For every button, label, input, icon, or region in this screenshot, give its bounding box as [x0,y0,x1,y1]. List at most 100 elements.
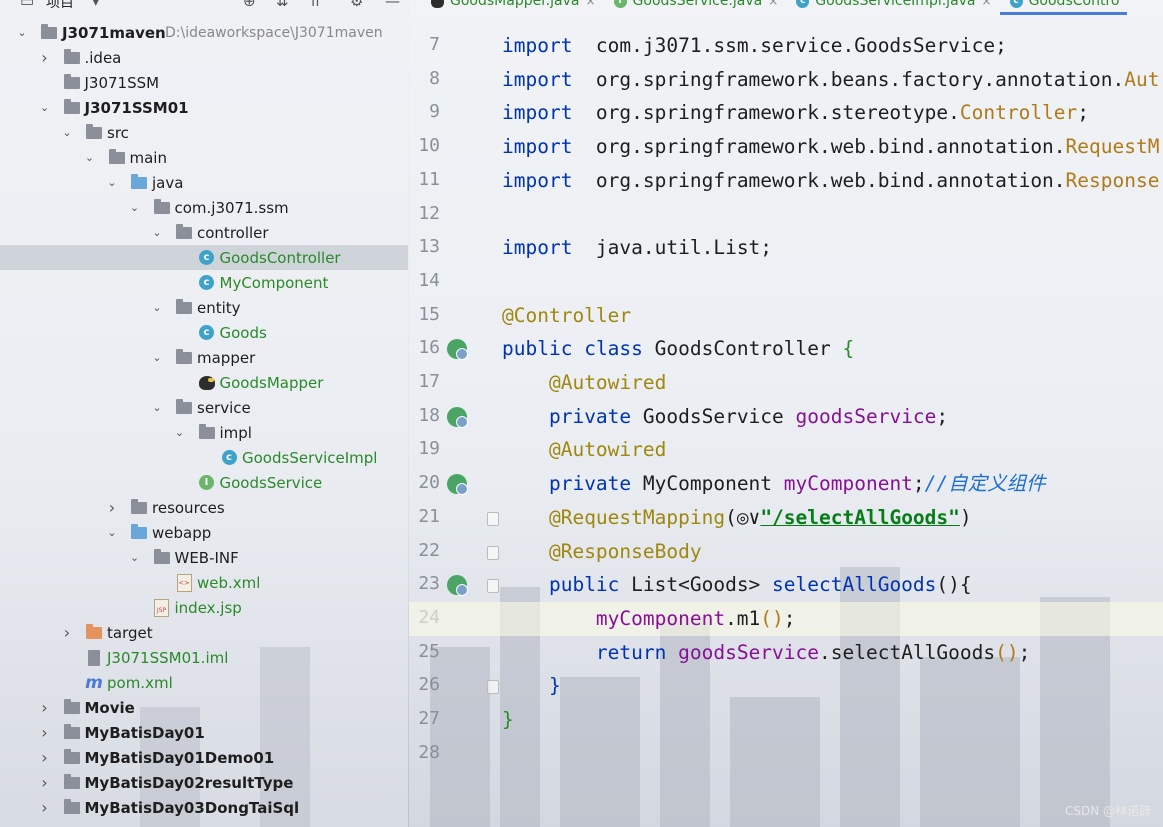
tree-item[interactable]: <> web.xml [0,570,408,595]
spring-bean-gutter-icon[interactable] [447,406,468,428]
tree-item[interactable]: ⌄ controller [0,220,408,245]
tree-item[interactable]: c Goods [0,320,408,345]
chevron-right-icon[interactable]: › [60,623,74,642]
chevron-down-icon[interactable]: ⌄ [128,201,142,214]
tree-item[interactable]: GoodsMapper [0,370,408,395]
tree-item[interactable]: c GoodsController [0,245,408,270]
code-line[interactable]: import org.springframework.web.bind.anno… [502,164,1163,198]
chevron-right-icon[interactable]: › [38,698,52,717]
chevron-down-icon[interactable]: ⌄ [150,301,164,314]
tree-item[interactable]: › resources [0,495,408,520]
tree-item[interactable]: ⌄ service [0,395,408,420]
gear-icon[interactable]: ⚙ [350,0,363,10]
code-line[interactable]: import org.springframework.beans.factory… [502,63,1163,97]
chevron-down-icon[interactable]: ⌄ [150,226,164,239]
chevron-down-icon[interactable]: ⌄ [128,551,142,564]
tree-item[interactable]: ⌄ impl [0,420,408,445]
tree-item[interactable]: ⌄ webapp [0,520,408,545]
code-line[interactable]: public List<Goods> selectAllGoods(){ [502,568,1163,602]
spring-bean-gutter-icon[interactable] [447,575,468,597]
editor-tab[interactable]: I GoodsService.java × [604,0,787,12]
spring-bean-gutter-icon[interactable] [447,474,468,496]
code-line[interactable]: @ResponseBody [502,535,1163,569]
code-line[interactable]: import org.springframework.stereotype.Co… [502,96,1163,130]
tree-item[interactable]: ⌄ main [0,145,408,170]
tree-item[interactable]: › MyBatisDay03DongTaiSql [0,795,408,820]
code-line[interactable]: import com.j3071.ssm.service.GoodsServic… [502,29,1163,63]
spring-bean-gutter-icon[interactable] [447,339,468,361]
chevron-down-icon[interactable]: ▾ [92,0,100,10]
tree-item[interactable]: JSP index.jsp [0,595,408,620]
chevron-down-icon[interactable]: ⌄ [173,426,187,439]
fold-marker-icon[interactable] [487,511,499,526]
editor-tab[interactable]: c GoodsServiceImpl.java × [786,0,999,12]
code-line[interactable]: return goodsService.selectAllGoods(); [502,636,1163,670]
close-icon[interactable]: × [982,0,992,8]
chevron-right-icon[interactable]: › [105,498,119,517]
code-line[interactable]: import java.util.List; [502,231,1163,265]
chevron-down-icon[interactable]: ⌄ [150,401,164,414]
code-token: GoodsController [642,337,843,361]
close-icon[interactable]: × [768,0,778,8]
fold-marker-icon[interactable] [487,545,499,560]
fold-marker-icon[interactable] [487,680,499,695]
tree-item[interactable]: › MyBatisDay02resultType [0,770,408,795]
chevron-down-icon[interactable]: ⌄ [83,151,97,164]
code-line[interactable]: private MyComponent myComponent;//自定义组件 [502,467,1163,501]
code-line[interactable]: @Controller [502,299,1163,333]
chevron-right-icon[interactable]: › [38,798,52,817]
fold-marker-icon[interactable] [487,579,499,594]
code-line[interactable]: @Autowired [502,433,1163,467]
tree-item[interactable]: I GoodsService [0,470,408,495]
tree-item[interactable]: ⌄ WEB-INF [0,545,408,570]
code-line[interactable]: public class GoodsController { [502,332,1163,366]
locate-icon[interactable]: ⊕ [243,0,256,10]
chevron-right-icon[interactable]: › [38,723,52,742]
xml-icon: <> [175,573,193,592]
tree-item[interactable]: c GoodsServiceImpl [0,445,408,470]
chevron-down-icon[interactable]: ⌄ [105,176,119,189]
code-line[interactable] [502,265,1163,299]
tree-item-label: J3071SSM01.iml [107,648,229,667]
editor-tab[interactable]: c GoodsContro [999,0,1128,15]
code-line[interactable]: } [502,703,1163,737]
tree-item[interactable]: ⌄ J3071SSM01 [0,95,408,120]
tree-item[interactable]: ⌄ mapper [0,345,408,370]
tree-item[interactable]: ⌄ com.j3071.ssm [0,195,408,220]
chevron-right-icon[interactable]: › [38,773,52,792]
tree-item[interactable]: ⌄ entity [0,295,408,320]
tree-item[interactable]: › MyBatisDay01Demo01 [0,745,408,770]
code-line[interactable]: import org.springframework.web.bind.anno… [502,130,1163,164]
tree-item[interactable]: › target [0,620,408,645]
tree-item[interactable]: m pom.xml [0,670,408,695]
chevron-right-icon[interactable]: › [38,48,52,67]
code-line[interactable]: } [502,669,1163,703]
chevron-down-icon[interactable]: ⌄ [38,101,52,114]
tree-item[interactable]: ⌄ java [0,170,408,195]
folder-icon [153,548,171,566]
code-line[interactable]: private GoodsService goodsService; [502,400,1163,434]
chevron-down-icon[interactable]: ⌄ [60,126,74,139]
collapse-all-icon[interactable]: ⇈ [309,0,322,10]
code-line[interactable] [502,737,1163,771]
chevron-down-icon[interactable]: ⌄ [150,351,164,364]
tree-item[interactable]: J3071SSM [0,70,408,95]
chevron-down-icon[interactable]: ⌄ [105,526,119,539]
minimize-icon[interactable]: — [385,0,400,10]
tree-item[interactable]: c MyComponent [0,270,408,295]
chevron-down-icon[interactable]: ⌄ [15,26,29,39]
chevron-right-icon[interactable]: › [38,748,52,767]
tree-item[interactable]: J3071SSM01.iml [0,645,408,670]
code-line[interactable] [502,198,1163,232]
tree-item[interactable]: ⌄ src [0,120,408,145]
code-line[interactable]: myComponent.m1(); [409,601,1163,636]
tree-item[interactable]: › Movie [0,695,408,720]
expand-all-icon[interactable]: ⇊ [276,0,289,10]
tree-item[interactable]: ⌄ J3071maven D:\ideaworkspace\J3071maven [0,20,408,45]
close-icon[interactable]: × [585,0,595,8]
code-line[interactable]: @Autowired [502,366,1163,400]
code-line[interactable]: @RequestMapping(◎∨"/selectAllGoods") [502,501,1163,535]
tree-item[interactable]: › .idea [0,45,408,70]
tree-item[interactable]: › MyBatisDay01 [0,720,408,745]
